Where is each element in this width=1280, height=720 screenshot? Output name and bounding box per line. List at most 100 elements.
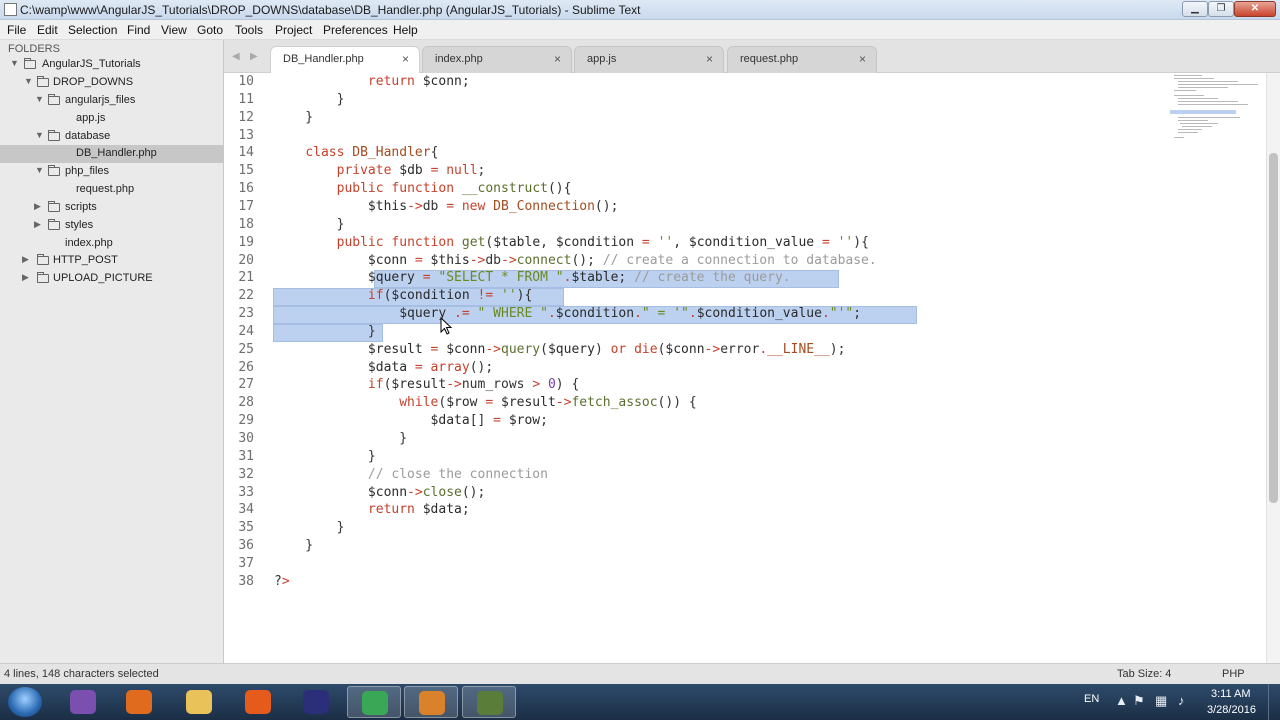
- code-line[interactable]: 24 }: [224, 323, 1266, 341]
- code-line[interactable]: 17 $this->db = new DB_Connection();: [224, 198, 1266, 216]
- code-line[interactable]: 34 return $data;: [224, 501, 1266, 519]
- code-line[interactable]: 13: [224, 127, 1266, 145]
- code-text[interactable]: }: [274, 217, 345, 232]
- expanded-arrow-icon[interactable]: ▼: [35, 130, 44, 140]
- tree-item-scripts[interactable]: ▶ scripts: [0, 199, 223, 217]
- code-text[interactable]: }: [274, 92, 345, 107]
- code-text[interactable]: class DB_Handler{: [274, 145, 438, 160]
- code-text[interactable]: private $db = null;: [274, 163, 486, 178]
- code-line[interactable]: 26 $data = array();: [224, 359, 1266, 377]
- tab-close-icon[interactable]: ×: [706, 52, 713, 66]
- code-text[interactable]: $query .= " WHERE ".$condition." = '".$c…: [274, 306, 861, 321]
- tree-item-angularjs-files[interactable]: ▼ angularjs_files: [0, 92, 223, 110]
- code-text[interactable]: $conn->close();: [274, 485, 485, 500]
- code-text[interactable]: }: [274, 110, 313, 125]
- taskbar-app-button[interactable]: [56, 686, 110, 718]
- code-text[interactable]: $result = $conn->query($query) or die($c…: [274, 342, 846, 357]
- code-text[interactable]: // close the connection: [274, 467, 548, 482]
- code-text[interactable]: }: [274, 538, 313, 553]
- tab-size-indicator[interactable]: Tab Size: 4: [1117, 668, 1171, 680]
- menu-edit[interactable]: Edit: [37, 23, 58, 37]
- collapsed-arrow-icon[interactable]: ▶: [22, 254, 29, 265]
- tab-db-handler[interactable]: DB_Handler.php ×: [270, 46, 420, 73]
- code-line[interactable]: 12 }: [224, 109, 1266, 127]
- code-line[interactable]: 14 class DB_Handler{: [224, 144, 1266, 162]
- menu-find[interactable]: Find: [127, 23, 150, 37]
- minimap[interactable]: [1166, 73, 1266, 153]
- scrollbar-thumb[interactable]: [1269, 153, 1278, 503]
- code-line[interactable]: 20 $conn = $this->db->connect(); // crea…: [224, 252, 1266, 270]
- menu-goto[interactable]: Goto: [197, 23, 223, 37]
- code-line[interactable]: 23 $query .= " WHERE ".$condition." = '"…: [224, 305, 1266, 323]
- taskbar-app-button[interactable]: [404, 686, 458, 718]
- code-line[interactable]: 28 while($row = $result->fetch_assoc()) …: [224, 394, 1266, 412]
- tab-request-php[interactable]: request.php ×: [727, 46, 877, 73]
- code-line[interactable]: 36 }: [224, 537, 1266, 555]
- taskbar-app-button[interactable]: [112, 686, 166, 718]
- code-text[interactable]: $conn = $this->db->connect(); // create …: [274, 253, 877, 268]
- code-text[interactable]: $this->db = new DB_Connection();: [274, 199, 618, 214]
- code-editor[interactable]: 10 return $conn; 11 } 12 } 13 14 class DB_Ha…: [224, 73, 1266, 663]
- network-icon[interactable]: ▦: [1155, 693, 1167, 709]
- code-text[interactable]: $data = array();: [274, 360, 493, 375]
- close-button[interactable]: ✕: [1234, 1, 1276, 17]
- code-text[interactable]: $data[] = $row;: [274, 413, 548, 428]
- tab-app-js[interactable]: app.js ×: [574, 46, 724, 73]
- menu-project[interactable]: Project: [275, 23, 312, 37]
- start-button[interactable]: [8, 687, 42, 717]
- code-text[interactable]: return $conn;: [274, 74, 470, 89]
- code-text[interactable]: if($condition != ''){: [274, 288, 532, 303]
- code-line[interactable]: 35 }: [224, 519, 1266, 537]
- taskbar-app-button[interactable]: [172, 686, 226, 718]
- expanded-arrow-icon[interactable]: ▼: [35, 165, 44, 175]
- expanded-arrow-icon[interactable]: ▼: [35, 94, 44, 104]
- volume-icon[interactable]: ♪: [1178, 693, 1185, 708]
- menu-tools[interactable]: Tools: [235, 23, 263, 37]
- tree-item-request-php[interactable]: request.php: [0, 181, 223, 199]
- tab-index-php[interactable]: index.php ×: [422, 46, 572, 73]
- language-indicator[interactable]: EN: [1084, 693, 1099, 705]
- tree-item-database[interactable]: ▼ database: [0, 128, 223, 146]
- tree-item-styles[interactable]: ▶ styles: [0, 217, 223, 235]
- vertical-scrollbar[interactable]: [1266, 73, 1280, 663]
- code-line[interactable]: 27 if($result->num_rows > 0) {: [224, 376, 1266, 394]
- menu-view[interactable]: View: [161, 23, 187, 37]
- code-text[interactable]: while($row = $result->fetch_assoc()) {: [274, 395, 696, 410]
- tab-scroll-right-icon[interactable]: ▶: [250, 51, 258, 62]
- code-line[interactable]: 38 ?>: [224, 573, 1266, 591]
- code-text[interactable]: if($result->num_rows > 0) {: [274, 377, 579, 392]
- tree-item-http-post[interactable]: ▶ HTTP_POST: [0, 252, 223, 270]
- code-text[interactable]: }: [274, 431, 407, 446]
- menu-file[interactable]: File: [7, 23, 26, 37]
- code-line[interactable]: 29 $data[] = $row;: [224, 412, 1266, 430]
- code-text[interactable]: public function __construct(){: [274, 181, 572, 196]
- tree-item-drop-downs[interactable]: ▼ DROP_DOWNS: [0, 74, 223, 92]
- minimize-button[interactable]: ▁: [1182, 1, 1208, 17]
- taskbar-app-button[interactable]: [462, 686, 516, 718]
- code-line[interactable]: 15 private $db = null;: [224, 162, 1266, 180]
- taskbar-app-button[interactable]: [289, 686, 343, 718]
- clock-date[interactable]: 3/28/2016: [1207, 704, 1256, 716]
- collapsed-arrow-icon[interactable]: ▶: [22, 272, 29, 283]
- code-line[interactable]: 10 return $conn;: [224, 73, 1266, 91]
- tree-item-angularjs-tutorials[interactable]: ▼ AngularJS_Tutorials: [0, 56, 223, 74]
- maximize-button[interactable]: ❐: [1208, 1, 1234, 17]
- code-text[interactable]: public function get($table, $condition =…: [274, 235, 869, 250]
- show-desktop-button[interactable]: [1268, 684, 1280, 720]
- tab-close-icon[interactable]: ×: [402, 52, 409, 66]
- tree-item-php-files[interactable]: ▼ php_files: [0, 163, 223, 181]
- expanded-arrow-icon[interactable]: ▼: [10, 58, 19, 68]
- code-line[interactable]: 16 public function __construct(){: [224, 180, 1266, 198]
- taskbar-app-button[interactable]: [231, 686, 285, 718]
- code-line[interactable]: 33 $conn->close();: [224, 484, 1266, 502]
- tree-item-app-js[interactable]: app.js: [0, 110, 223, 128]
- code-text[interactable]: }: [274, 324, 376, 339]
- code-text[interactable]: }: [274, 520, 345, 535]
- tree-item-db-handler[interactable]: DB_Handler.php: [0, 145, 223, 163]
- tab-close-icon[interactable]: ×: [859, 52, 866, 66]
- code-line[interactable]: 32 // close the connection: [224, 466, 1266, 484]
- menu-selection[interactable]: Selection: [68, 23, 117, 37]
- expanded-arrow-icon[interactable]: ▼: [24, 76, 33, 86]
- taskbar-app-button[interactable]: [347, 686, 401, 718]
- code-text[interactable]: ?>: [274, 574, 290, 589]
